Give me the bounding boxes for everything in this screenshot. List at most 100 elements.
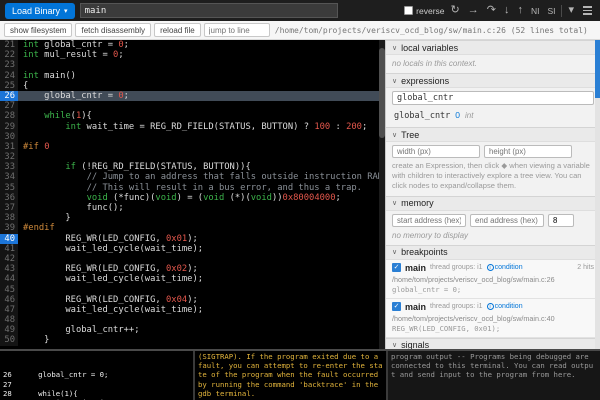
line-number-gutter[interactable]: 22 bbox=[0, 50, 18, 60]
breakpoint-condition-link[interactable]: icondition bbox=[487, 264, 523, 271]
tree-height-input[interactable] bbox=[484, 145, 572, 158]
show-filesystem-button[interactable]: show filesystem bbox=[4, 23, 72, 37]
source-line[interactable]: 34 // Jump to an address that falls outs… bbox=[0, 172, 385, 182]
line-number-gutter[interactable]: 34 bbox=[0, 172, 18, 182]
source-line[interactable]: 50 } bbox=[0, 335, 385, 345]
line-number-gutter[interactable]: 45 bbox=[0, 285, 18, 295]
source-line[interactable]: 26 global_cntr = 0; bbox=[0, 91, 385, 101]
program-output-terminal[interactable]: program output -- Programs being debugge… bbox=[386, 351, 600, 400]
source-line[interactable]: 23 bbox=[0, 60, 385, 70]
section-header-tree[interactable]: ∨ Tree bbox=[386, 127, 600, 142]
source-line[interactable]: 39#endif bbox=[0, 223, 385, 233]
line-number-gutter[interactable]: 35 bbox=[0, 183, 18, 193]
source-line[interactable]: 46 REG_WR(LED_CONFIG, 0x04); bbox=[0, 295, 385, 305]
source-line[interactable]: 28 while(1){ bbox=[0, 111, 385, 121]
binary-path-input[interactable] bbox=[80, 3, 338, 18]
line-number-gutter[interactable]: 25 bbox=[0, 81, 18, 91]
line-number-gutter[interactable]: 36 bbox=[0, 193, 18, 203]
line-number-gutter[interactable]: 23 bbox=[0, 60, 18, 70]
line-number-gutter[interactable]: 28 bbox=[0, 111, 18, 121]
section-header-expressions[interactable]: ∨ expressions bbox=[386, 73, 600, 88]
line-number-gutter[interactable]: 31 bbox=[0, 142, 18, 152]
sidebar-scrollbar[interactable] bbox=[595, 40, 600, 349]
source-line[interactable]: 27 bbox=[0, 101, 385, 111]
breakpoint-path[interactable]: /home/tom/projects/veriscv_ocd_blog/sw/m… bbox=[392, 314, 594, 323]
next-instruction-button[interactable]: NI bbox=[529, 6, 542, 16]
fetch-disassembly-button[interactable]: fetch disassembly bbox=[75, 23, 151, 37]
line-number-gutter[interactable]: 49 bbox=[0, 325, 18, 335]
section-header-breakpoints[interactable]: ∨ breakpoints bbox=[386, 245, 600, 260]
step-into-icon[interactable]: ↓ bbox=[502, 5, 512, 16]
source-line[interactable]: 47 wait_led_cycle(wait_time); bbox=[0, 305, 385, 315]
line-number-gutter[interactable]: 43 bbox=[0, 264, 18, 274]
expression-row[interactable]: global_cntr 0 int bbox=[392, 109, 594, 122]
line-number-gutter[interactable]: 48 bbox=[0, 315, 18, 325]
step-instruction-button[interactable]: SI bbox=[545, 6, 557, 16]
jump-to-line-input[interactable] bbox=[204, 23, 270, 37]
line-number-gutter[interactable]: 30 bbox=[0, 132, 18, 142]
line-number-gutter[interactable]: 33 bbox=[0, 162, 18, 172]
memory-bytes-input[interactable] bbox=[548, 214, 574, 227]
line-number-gutter[interactable]: 50 bbox=[0, 335, 18, 345]
line-number-gutter[interactable]: 46 bbox=[0, 295, 18, 305]
source-line[interactable]: 33 if (!REG_RD_FIELD(STATUS, BUTTON)){ bbox=[0, 162, 385, 172]
breakpoint-checkbox[interactable]: ✓ bbox=[392, 263, 401, 272]
source-line[interactable]: 35 // This will result in a bus error, a… bbox=[0, 183, 385, 193]
line-number-gutter[interactable]: 39 bbox=[0, 223, 18, 233]
menu-icon[interactable] bbox=[580, 4, 595, 17]
memory-start-address-input[interactable] bbox=[392, 214, 466, 227]
reverse-checkbox[interactable] bbox=[404, 6, 413, 15]
source-line[interactable]: 49 global_cntr++; bbox=[0, 325, 385, 335]
gdb-console-terminal[interactable]: 26 global_cntr = 0; 27 28 while(1){ 29 i… bbox=[0, 351, 193, 400]
source-line[interactable]: 37 func(); bbox=[0, 203, 385, 213]
tree-width-input[interactable] bbox=[392, 145, 480, 158]
line-number-gutter[interactable]: 29 bbox=[0, 122, 18, 132]
source-line[interactable]: 21int global_cntr = 0; bbox=[0, 40, 385, 50]
line-number-gutter[interactable]: 37 bbox=[0, 203, 18, 213]
source-line[interactable]: 44 wait_led_cycle(wait_time); bbox=[0, 274, 385, 284]
breakpoint-checkbox[interactable]: ✓ bbox=[392, 302, 401, 311]
source-line[interactable]: 31#if 0 bbox=[0, 142, 385, 152]
step-out-icon[interactable]: ↑ bbox=[515, 5, 525, 16]
source-line[interactable]: 25{ bbox=[0, 81, 385, 91]
memory-end-address-input[interactable] bbox=[470, 214, 544, 227]
source-line[interactable]: 32 bbox=[0, 152, 385, 162]
section-header-local-variables[interactable]: ∨ local variables bbox=[386, 40, 600, 55]
line-number-gutter[interactable]: 41 bbox=[0, 244, 18, 254]
restart-icon[interactable]: ↻ bbox=[449, 5, 462, 16]
source-line[interactable]: 43 REG_WR(LED_CONFIG, 0x02); bbox=[0, 264, 385, 274]
line-number-gutter[interactable]: 38 bbox=[0, 213, 18, 223]
sidebar-scrollbar-thumb[interactable] bbox=[595, 40, 600, 98]
line-number-gutter[interactable]: 40 bbox=[0, 234, 18, 244]
line-number-gutter[interactable]: 27 bbox=[0, 101, 18, 111]
breakpoint-path[interactable]: /home/tom/projects/veriscv_ocd_blog/sw/m… bbox=[392, 275, 594, 284]
next-over-icon[interactable]: ↷ bbox=[485, 5, 498, 16]
source-line[interactable]: 29 int wait_time = REG_RD_FIELD(STATUS, … bbox=[0, 122, 385, 132]
line-number-gutter[interactable]: 44 bbox=[0, 274, 18, 284]
gdbgui-status-terminal[interactable]: (SIGTRAP). If the program exited due to … bbox=[193, 351, 386, 400]
line-number-gutter[interactable]: 21 bbox=[0, 40, 18, 50]
load-binary-button[interactable]: Load Binary ▾ bbox=[5, 3, 75, 19]
source-line[interactable]: 45 bbox=[0, 285, 385, 295]
source-line[interactable]: 36 void (*func)(void) = (void (*)(void))… bbox=[0, 193, 385, 203]
source-line[interactable]: 30 bbox=[0, 132, 385, 142]
settings-dropdown-icon[interactable]: ▾ bbox=[566, 5, 576, 16]
source-line[interactable]: 42 bbox=[0, 254, 385, 264]
line-number-gutter[interactable]: 32 bbox=[0, 152, 18, 162]
section-header-signals[interactable]: ∨ signals bbox=[386, 338, 600, 349]
section-header-memory[interactable]: ∨ memory bbox=[386, 196, 600, 211]
reload-file-button[interactable]: reload file bbox=[154, 23, 201, 37]
line-number-gutter[interactable]: 26 bbox=[0, 91, 18, 101]
line-number-gutter[interactable]: 47 bbox=[0, 305, 18, 315]
line-number-gutter[interactable]: 24 bbox=[0, 71, 18, 81]
source-line[interactable]: 22int mul_result = 0; bbox=[0, 50, 385, 60]
source-line[interactable]: 40 REG_WR(LED_CONFIG, 0x01); bbox=[0, 234, 385, 244]
source-line[interactable]: 41 wait_led_cycle(wait_time); bbox=[0, 244, 385, 254]
expression-input[interactable] bbox=[392, 91, 594, 105]
line-number-gutter[interactable]: 42 bbox=[0, 254, 18, 264]
source-line[interactable]: 48 bbox=[0, 315, 385, 325]
source-line[interactable]: 24int main() bbox=[0, 71, 385, 81]
continue-icon[interactable]: → bbox=[466, 5, 481, 16]
source-line[interactable]: 38 } bbox=[0, 213, 385, 223]
breakpoint-condition-link[interactable]: icondition bbox=[487, 303, 523, 310]
